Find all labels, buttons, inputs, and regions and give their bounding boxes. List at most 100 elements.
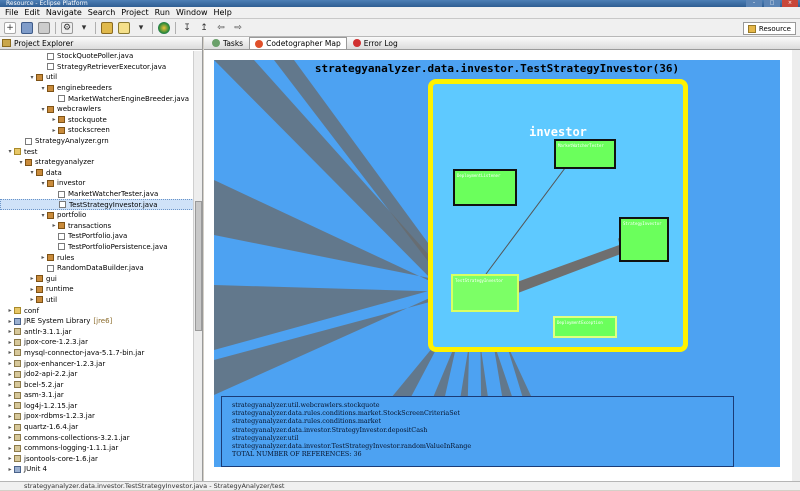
tree-item[interactable]: TestPortfolioPersistence.java	[0, 242, 194, 253]
tree-item[interactable]: ▾ strategyanalyzer	[0, 157, 194, 168]
expand-toggle-icon[interactable]: ▾	[6, 148, 14, 155]
menu-window[interactable]: Window	[173, 8, 211, 17]
print-icon[interactable]	[38, 21, 50, 34]
tree-item[interactable]: ▸ JUnit 4	[0, 464, 194, 475]
expand-toggle-icon[interactable]: ▾	[39, 212, 47, 219]
expand-toggle-icon[interactable]: ▸	[6, 339, 14, 346]
tree-item[interactable]: ▸ JRE System Library [jre6]	[0, 316, 194, 327]
expand-toggle-icon[interactable]: ▸	[6, 307, 14, 314]
tree-item[interactable]: ▸ conf	[0, 305, 194, 316]
expand-toggle-icon[interactable]: ▸	[28, 275, 36, 282]
expand-toggle-icon[interactable]: ▸	[6, 360, 14, 367]
back-icon[interactable]: ⇦	[215, 22, 227, 34]
prev-annotation-icon[interactable]: ↥	[198, 22, 210, 34]
tree-item[interactable]: StockQuotePoller.java	[0, 51, 194, 62]
editor-scrollbar[interactable]	[792, 50, 800, 481]
dropdown-arrow-icon[interactable]: ▾	[135, 22, 147, 34]
tree-item[interactable]: ▾ portfolio	[0, 210, 194, 221]
tree-item[interactable]: ▾ webcrawlers	[0, 104, 194, 115]
forward-icon[interactable]: ⇨	[232, 22, 244, 34]
class-node[interactable]: DeploymentException	[553, 316, 617, 338]
tree-item[interactable]: MarketWatcherTester.java	[0, 189, 194, 200]
open-type-icon[interactable]	[101, 21, 113, 34]
editor-tab[interactable]: Codetographer Map	[249, 37, 347, 49]
next-annotation-icon[interactable]: ↧	[181, 22, 193, 34]
tree-item[interactable]: ▸ util	[0, 295, 194, 306]
tree-item[interactable]: ▸ jsontools-core-1.6.jar	[0, 454, 194, 465]
menu-search[interactable]: Search	[85, 8, 118, 17]
tree-item[interactable]: ▸ rules	[0, 252, 194, 263]
expand-toggle-icon[interactable]: ▸	[39, 254, 47, 261]
explorer-scrollbar[interactable]	[193, 51, 202, 481]
class-node[interactable]: DeploymentListener	[453, 169, 517, 206]
expand-toggle-icon[interactable]: ▸	[28, 296, 36, 303]
menu-navigate[interactable]: Navigate	[43, 8, 85, 17]
tree-item[interactable]: ▸ mysql-connector-java-5.1.7-bin.jar	[0, 348, 194, 359]
perspective-switcher[interactable]: Resource	[742, 22, 796, 35]
tree-item[interactable]: ▾ investor	[0, 178, 194, 189]
tree-item[interactable]: ▸ quartz-1.6.4.jar	[0, 422, 194, 433]
codetographer-map-canvas[interactable]: strategyanalyzer.data.investor.TestStrat…	[214, 60, 780, 467]
tree-item[interactable]: ▸ stockquote	[0, 115, 194, 126]
editor-tab[interactable]: Error Log	[347, 37, 404, 49]
new-icon[interactable]: +	[4, 21, 16, 34]
save-icon[interactable]	[21, 21, 33, 34]
expand-toggle-icon[interactable]: ▾	[28, 74, 36, 81]
close-button[interactable]: ×	[782, 0, 798, 7]
expand-toggle-icon[interactable]: ▸	[6, 413, 14, 420]
build-icon[interactable]: ⚙	[61, 21, 73, 34]
expand-toggle-icon[interactable]: ▸	[28, 286, 36, 293]
expand-toggle-icon[interactable]: ▸	[50, 222, 58, 229]
search-icon[interactable]	[118, 21, 130, 34]
tree-item[interactable]: MarketWatcherEngineBreeder.java	[0, 93, 194, 104]
expand-toggle-icon[interactable]: ▸	[6, 424, 14, 431]
dropdown-arrow-icon[interactable]: ▾	[78, 22, 90, 34]
editor-tab[interactable]: Tasks	[206, 37, 249, 49]
expand-toggle-icon[interactable]: ▾	[28, 169, 36, 176]
tree-item[interactable]: ▸ bcel-5.2.jar	[0, 379, 194, 390]
menu-file[interactable]: File	[2, 8, 21, 17]
expand-toggle-icon[interactable]: ▸	[6, 381, 14, 388]
menu-run[interactable]: Run	[152, 8, 173, 17]
tree-item[interactable]: ▾ enginebreeders	[0, 83, 194, 94]
expand-toggle-icon[interactable]: ▸	[6, 349, 14, 356]
class-node-selected[interactable]: TestStrategyInvestor	[451, 274, 519, 312]
expand-toggle-icon[interactable]: ▸	[50, 127, 58, 134]
expand-toggle-icon[interactable]: ▸	[6, 392, 14, 399]
tree-item[interactable]: ▸ jdo2-api-2.2.jar	[0, 369, 194, 380]
expand-toggle-icon[interactable]: ▸	[6, 318, 14, 325]
tree-item[interactable]: TestStrategyInvestor.java	[0, 199, 194, 210]
tree-item[interactable]: ▸ log4j-1.2.15.jar	[0, 401, 194, 412]
tree-item[interactable]: ▸ commons-collections-3.2.1.jar	[0, 432, 194, 443]
expand-toggle-icon[interactable]: ▾	[39, 85, 47, 92]
tree-item[interactable]: ▸ jpox-rdbms-1.2.3.jar	[0, 411, 194, 422]
tree-item[interactable]: ▾ util	[0, 72, 194, 83]
expand-toggle-icon[interactable]: ▸	[6, 402, 14, 409]
tree-item[interactable]: ▸ transactions	[0, 221, 194, 232]
scrollbar-thumb[interactable]	[195, 201, 202, 331]
class-node[interactable]: StrategyInvestor	[619, 217, 669, 262]
expand-toggle-icon[interactable]: ▸	[6, 445, 14, 452]
menu-help[interactable]: Help	[211, 8, 235, 17]
class-node[interactable]: MarketWatcherTester	[554, 139, 616, 169]
expand-toggle-icon[interactable]: ▾	[39, 180, 47, 187]
expand-toggle-icon[interactable]: ▸	[6, 455, 14, 462]
expand-toggle-icon[interactable]: ▾	[17, 159, 25, 166]
expand-toggle-icon[interactable]: ▾	[39, 106, 47, 113]
tree-item[interactable]: ▸ asm-3.1.jar	[0, 390, 194, 401]
tree-item[interactable]: StrategyAnalyzer.grn	[0, 136, 194, 147]
tree-item[interactable]: ▸ antlr-3.1.1.jar	[0, 326, 194, 337]
tree-item[interactable]: ▾ test	[0, 146, 194, 157]
tree-item[interactable]: StrategyRetrieverExecutor.java	[0, 62, 194, 73]
tree-item[interactable]: ▸ jpox-core-1.2.3.jar	[0, 337, 194, 348]
expand-toggle-icon[interactable]: ▸	[50, 116, 58, 123]
tree-item[interactable]: RandomDataBuilder.java	[0, 263, 194, 274]
expand-toggle-icon[interactable]: ▸	[6, 328, 14, 335]
expand-toggle-icon[interactable]: ▸	[6, 434, 14, 441]
expand-toggle-icon[interactable]: ▸	[6, 371, 14, 378]
menu-project[interactable]: Project	[118, 8, 151, 17]
codetographer-icon[interactable]	[158, 21, 170, 34]
tree-item[interactable]: ▸ commons-logging-1.1.1.jar	[0, 443, 194, 454]
minimize-button[interactable]: –	[746, 0, 762, 7]
menu-edit[interactable]: Edit	[21, 8, 43, 17]
